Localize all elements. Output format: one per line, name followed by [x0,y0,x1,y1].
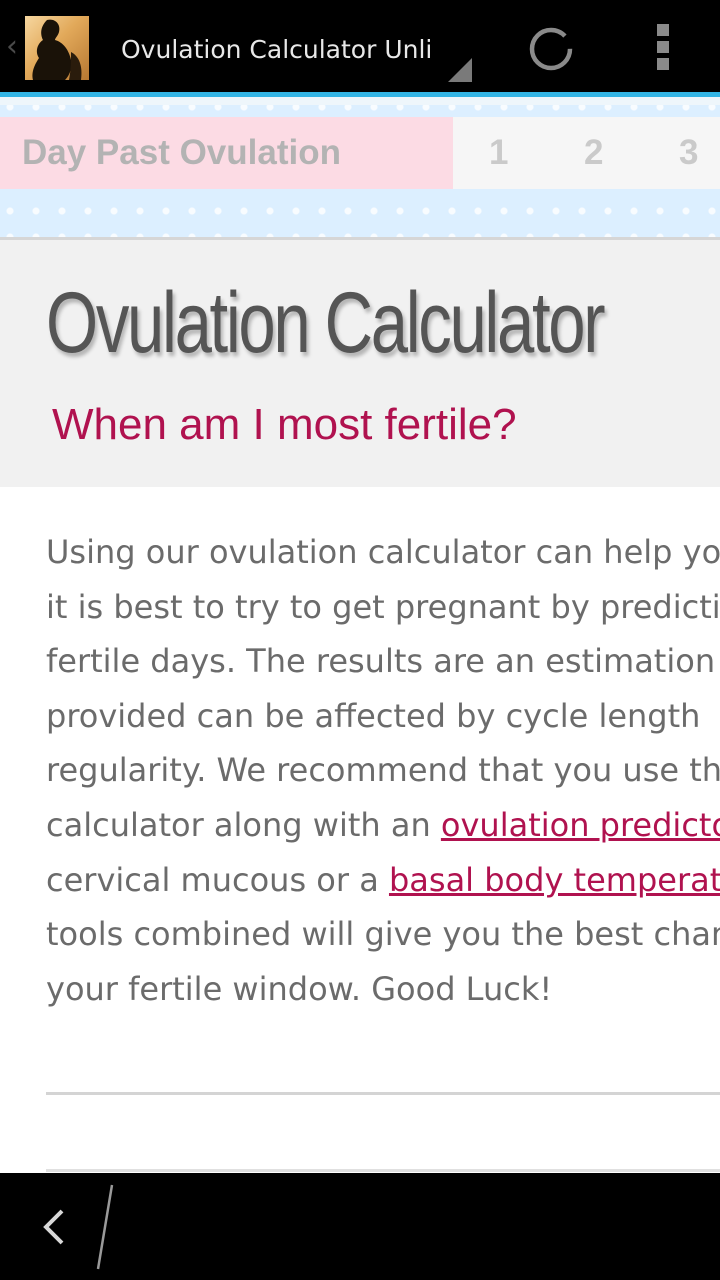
paragraph-line: it is best to try to get pregnant by pre… [46,587,720,626]
banner-top-strip [0,97,720,105]
web-content[interactable]: Day Past Ovulation 1 2 3 Ovulation Calcu… [0,97,720,1173]
ovulation-predictor-link[interactable]: ovulation predictor [441,806,720,844]
back-icon[interactable] [36,1205,76,1249]
paragraph-line: fertile days. The results are an estimat… [46,642,716,681]
section-divider [46,1092,720,1095]
basal-body-temperature-link[interactable]: basal body temperature [389,861,720,899]
overflow-menu-icon[interactable] [650,24,676,74]
page-title: Ovulation Calculator [46,275,606,371]
paragraph-text: calculator along with an [46,805,441,844]
paragraph-line: provided can be affected by cycle length [46,696,701,735]
paragraph-line: Using our ovulation calculator can help … [46,533,720,571]
dpo-day-1[interactable]: 1 [489,117,508,189]
app-title[interactable]: Ovulation Calculator Unlimited [121,30,431,70]
nav-divider-icon [88,1181,118,1273]
spinner-dropdown-icon[interactable] [448,58,472,82]
dpo-label: Day Past Ovulation [0,117,453,189]
paragraph-text: cervical mucous or a [46,860,389,899]
paragraph-line: your fertile window. Good Luck! [46,969,553,1008]
navigation-bar [0,1173,720,1280]
refresh-icon[interactable] [528,26,574,72]
dpo-day-2[interactable]: 2 [584,117,603,189]
action-bar: ‹ Ovulation Calculator Unlimited [0,0,720,96]
paragraph-line: calculator along with an ovulation predi… [46,798,720,853]
page-subtitle: When am I most fertile? [52,400,517,449]
paragraph-line: tools combined will give you the best ch… [46,915,720,954]
hero-section: Ovulation Calculator When am I most fert… [0,237,720,487]
up-caret-icon[interactable]: ‹ [6,30,26,64]
app-icon[interactable] [25,16,89,80]
dpo-banner: Day Past Ovulation 1 2 3 [0,97,720,237]
dpo-day-list: 1 2 3 [453,117,720,189]
dpo-day-3[interactable]: 3 [679,117,698,189]
section-divider [46,1169,720,1172]
paragraph-line: cervical mucous or a basal body temperat… [46,853,720,908]
paragraph-line: regularity. We recommend that you use th… [46,751,720,790]
intro-paragraph: Using our ovulation calculator can help … [46,525,720,1016]
